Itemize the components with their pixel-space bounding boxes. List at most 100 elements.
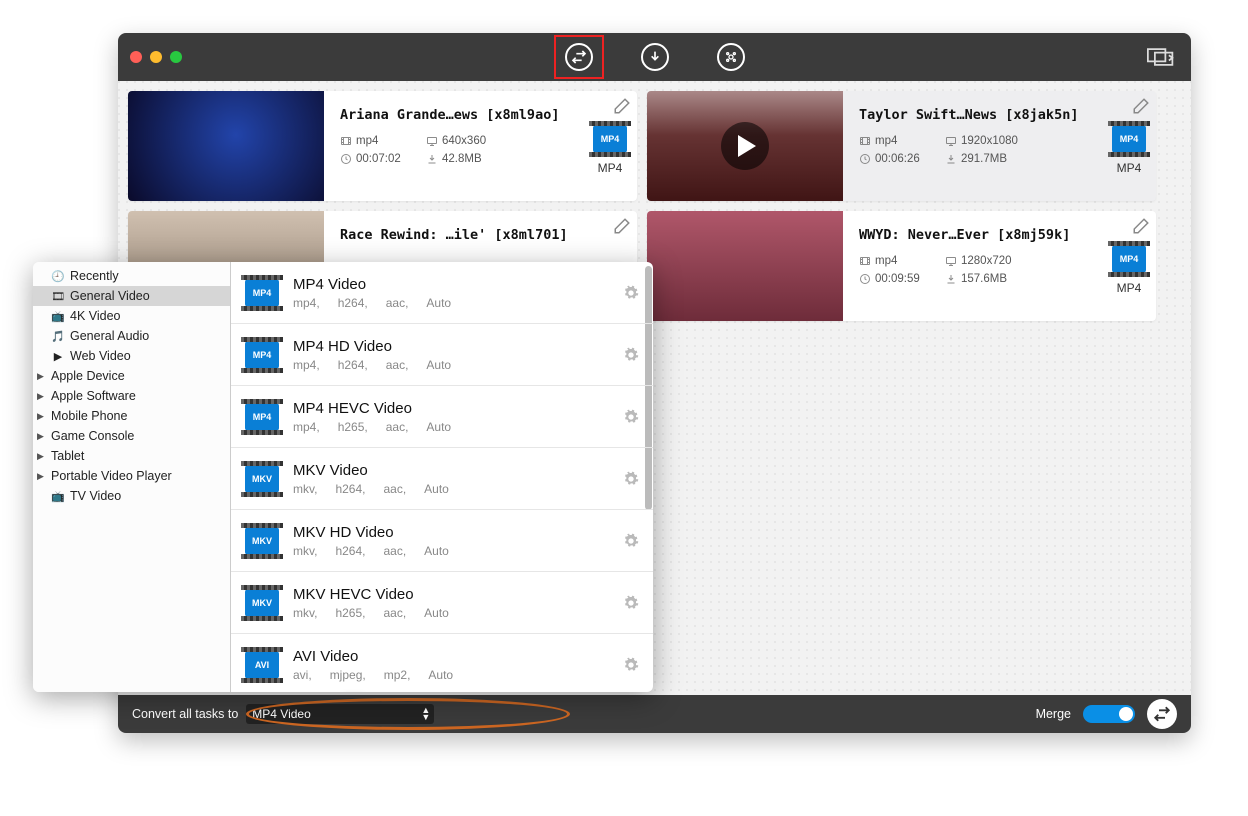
gear-icon[interactable] (623, 533, 639, 549)
category-label: Portable Video Player (51, 469, 172, 483)
format-row[interactable]: MKV MKV HD Video mkv,h264,aac,Auto (231, 510, 653, 572)
output-format-select[interactable]: MP4 Video ▲▼ (246, 704, 434, 724)
gear-icon[interactable] (623, 409, 639, 425)
output-format-badge[interactable]: MP4 MP4 (1112, 125, 1146, 175)
category-label: Game Console (51, 429, 134, 443)
maximize-window-button[interactable] (170, 51, 182, 63)
filesize-value: 42.8MB (426, 153, 520, 165)
convert-button[interactable] (1147, 699, 1177, 729)
window-controls (130, 51, 182, 63)
duration-value: 00:07:02 (340, 153, 426, 165)
bottombar-right: Merge (1036, 699, 1177, 729)
convert-mode-tab[interactable] (554, 35, 604, 79)
resolution-value: 640x360 (426, 135, 520, 147)
category-label: Tablet (51, 449, 84, 463)
video-thumbnail[interactable] (128, 91, 324, 201)
format-name: MKV Video (293, 462, 609, 479)
category-label: General Audio (70, 329, 149, 343)
category-item[interactable]: 📺TV Video (33, 486, 230, 506)
gear-icon[interactable] (623, 657, 639, 673)
video-card[interactable]: Taylor Swift…News [x8jak5n] mp4 1920x108… (647, 91, 1156, 201)
format-name: MKV HEVC Video (293, 586, 609, 603)
category-icon: ▶ (51, 349, 65, 363)
category-label: General Video (70, 289, 150, 303)
format-icon: MKV (245, 465, 279, 493)
convert-all-label: Convert all tasks to (132, 707, 238, 721)
expand-triangle-icon: ▶ (37, 431, 44, 442)
format-list: MP4 MP4 Video mp4,h264,aac,Auto MP4 MP4 … (231, 262, 653, 692)
play-icon[interactable] (721, 122, 769, 170)
expand-triangle-icon: ▶ (37, 411, 44, 422)
output-format-badge[interactable]: MP4 MP4 (593, 125, 627, 175)
category-label: Apple Device (51, 369, 125, 383)
category-item[interactable]: ▶ Game Console (33, 426, 230, 446)
format-icon: MP4 (245, 403, 279, 431)
category-item[interactable]: ▶Apple Software (33, 386, 230, 406)
category-item[interactable]: ▶ Apple Device (33, 366, 230, 386)
media-mode-tab[interactable] (706, 35, 756, 79)
format-name: AVI Video (293, 648, 609, 665)
category-item[interactable]: 🎵General Audio (33, 326, 230, 346)
close-window-button[interactable] (130, 51, 142, 63)
edit-icon[interactable] (613, 217, 631, 240)
edit-icon[interactable] (1132, 217, 1150, 240)
category-icon: 🕘 (51, 269, 65, 283)
gear-icon[interactable] (623, 471, 639, 487)
video-title: Taylor Swift…News [x8jak5n] (859, 107, 1146, 123)
edit-icon[interactable] (613, 97, 631, 120)
video-card[interactable]: WWYD: Never…Ever [x8mj59k] mp4 1280x720 … (647, 211, 1156, 321)
format-name: MKV HD Video (293, 524, 609, 541)
video-thumbnail[interactable] (647, 211, 843, 321)
duration-value: 00:09:59 (859, 273, 945, 285)
video-meta: mp4 640x360 00:07:02 42.8MB (340, 135, 627, 165)
video-card[interactable]: Ariana Grande…ews [x8ml9ao] mp4 640x360 … (128, 91, 637, 201)
video-title: Race Rewind: …ile' [x8ml701] (340, 227, 627, 243)
video-title: WWYD: Never…Ever [x8mj59k] (859, 227, 1146, 243)
category-icon: 📺 (51, 489, 65, 503)
format-dropdown-panel: 🕘 Recently 🎞 General Video 📺4K Video🎵General… (33, 262, 653, 692)
format-row[interactable]: MKV MKV HEVC Video mkv,h265,aac,Auto (231, 572, 653, 634)
format-icon: MP4 (245, 341, 279, 369)
category-label: Apple Software (51, 389, 136, 403)
format-category-sidebar: 🕘 Recently 🎞 General Video 📺4K Video🎵General… (33, 262, 231, 692)
category-item[interactable]: 🎞 General Video (33, 286, 230, 306)
titlebar-right-icon[interactable] (1147, 46, 1175, 68)
format-row[interactable]: MP4 MP4 HD Video mp4,h264,aac,Auto (231, 324, 653, 386)
gear-icon[interactable] (623, 347, 639, 363)
minimize-window-button[interactable] (150, 51, 162, 63)
format-row[interactable]: AVI AVI Video avi,mjpeg,mp2,Auto (231, 634, 653, 692)
mode-tabs (554, 35, 756, 79)
format-row[interactable]: MKV MKV Video mkv,h264,aac,Auto (231, 448, 653, 510)
output-format-badge[interactable]: MP4 MP4 (1112, 245, 1146, 295)
titlebar (118, 33, 1191, 81)
gear-icon[interactable] (623, 595, 639, 611)
video-thumbnail[interactable] (647, 91, 843, 201)
category-item[interactable]: ▶Portable Video Player (33, 466, 230, 486)
gear-icon[interactable] (623, 285, 639, 301)
category-item[interactable]: 🕘 Recently (33, 266, 230, 286)
merge-toggle[interactable] (1083, 705, 1135, 723)
format-name: MP4 Video (293, 276, 609, 293)
category-label: Recently (70, 269, 119, 283)
expand-triangle-icon: ▶ (37, 371, 44, 382)
category-item[interactable]: 📺4K Video (33, 306, 230, 326)
category-icon: 🎞 (51, 289, 65, 303)
video-meta: mp4 1280x720 00:09:59 157.6MB (859, 255, 1146, 285)
category-label: Mobile Phone (51, 409, 127, 423)
format-details: mp4,h264,aac,Auto (293, 296, 609, 310)
category-icon: 📺 (51, 309, 65, 323)
resolution-value: 1920x1080 (945, 135, 1039, 147)
format-icon: AVI (245, 651, 279, 679)
video-title: Ariana Grande…ews [x8ml9ao] (340, 107, 627, 123)
output-format-value: MP4 Video (252, 707, 310, 721)
bottom-bar: Convert all tasks to MP4 Video ▲▼ Merge (118, 695, 1191, 733)
format-row[interactable]: MP4 MP4 HEVC Video mp4,h265,aac,Auto (231, 386, 653, 448)
edit-icon[interactable] (1132, 97, 1150, 120)
category-item[interactable]: ▶Web Video (33, 346, 230, 366)
filesize-value: 157.6MB (945, 273, 1039, 285)
format-row[interactable]: MP4 MP4 Video mp4,h264,aac,Auto (231, 262, 653, 324)
format-value: mp4 (859, 135, 945, 147)
download-mode-tab[interactable] (630, 35, 680, 79)
category-item[interactable]: ▶ Mobile Phone (33, 406, 230, 426)
category-item[interactable]: ▶Tablet (33, 446, 230, 466)
